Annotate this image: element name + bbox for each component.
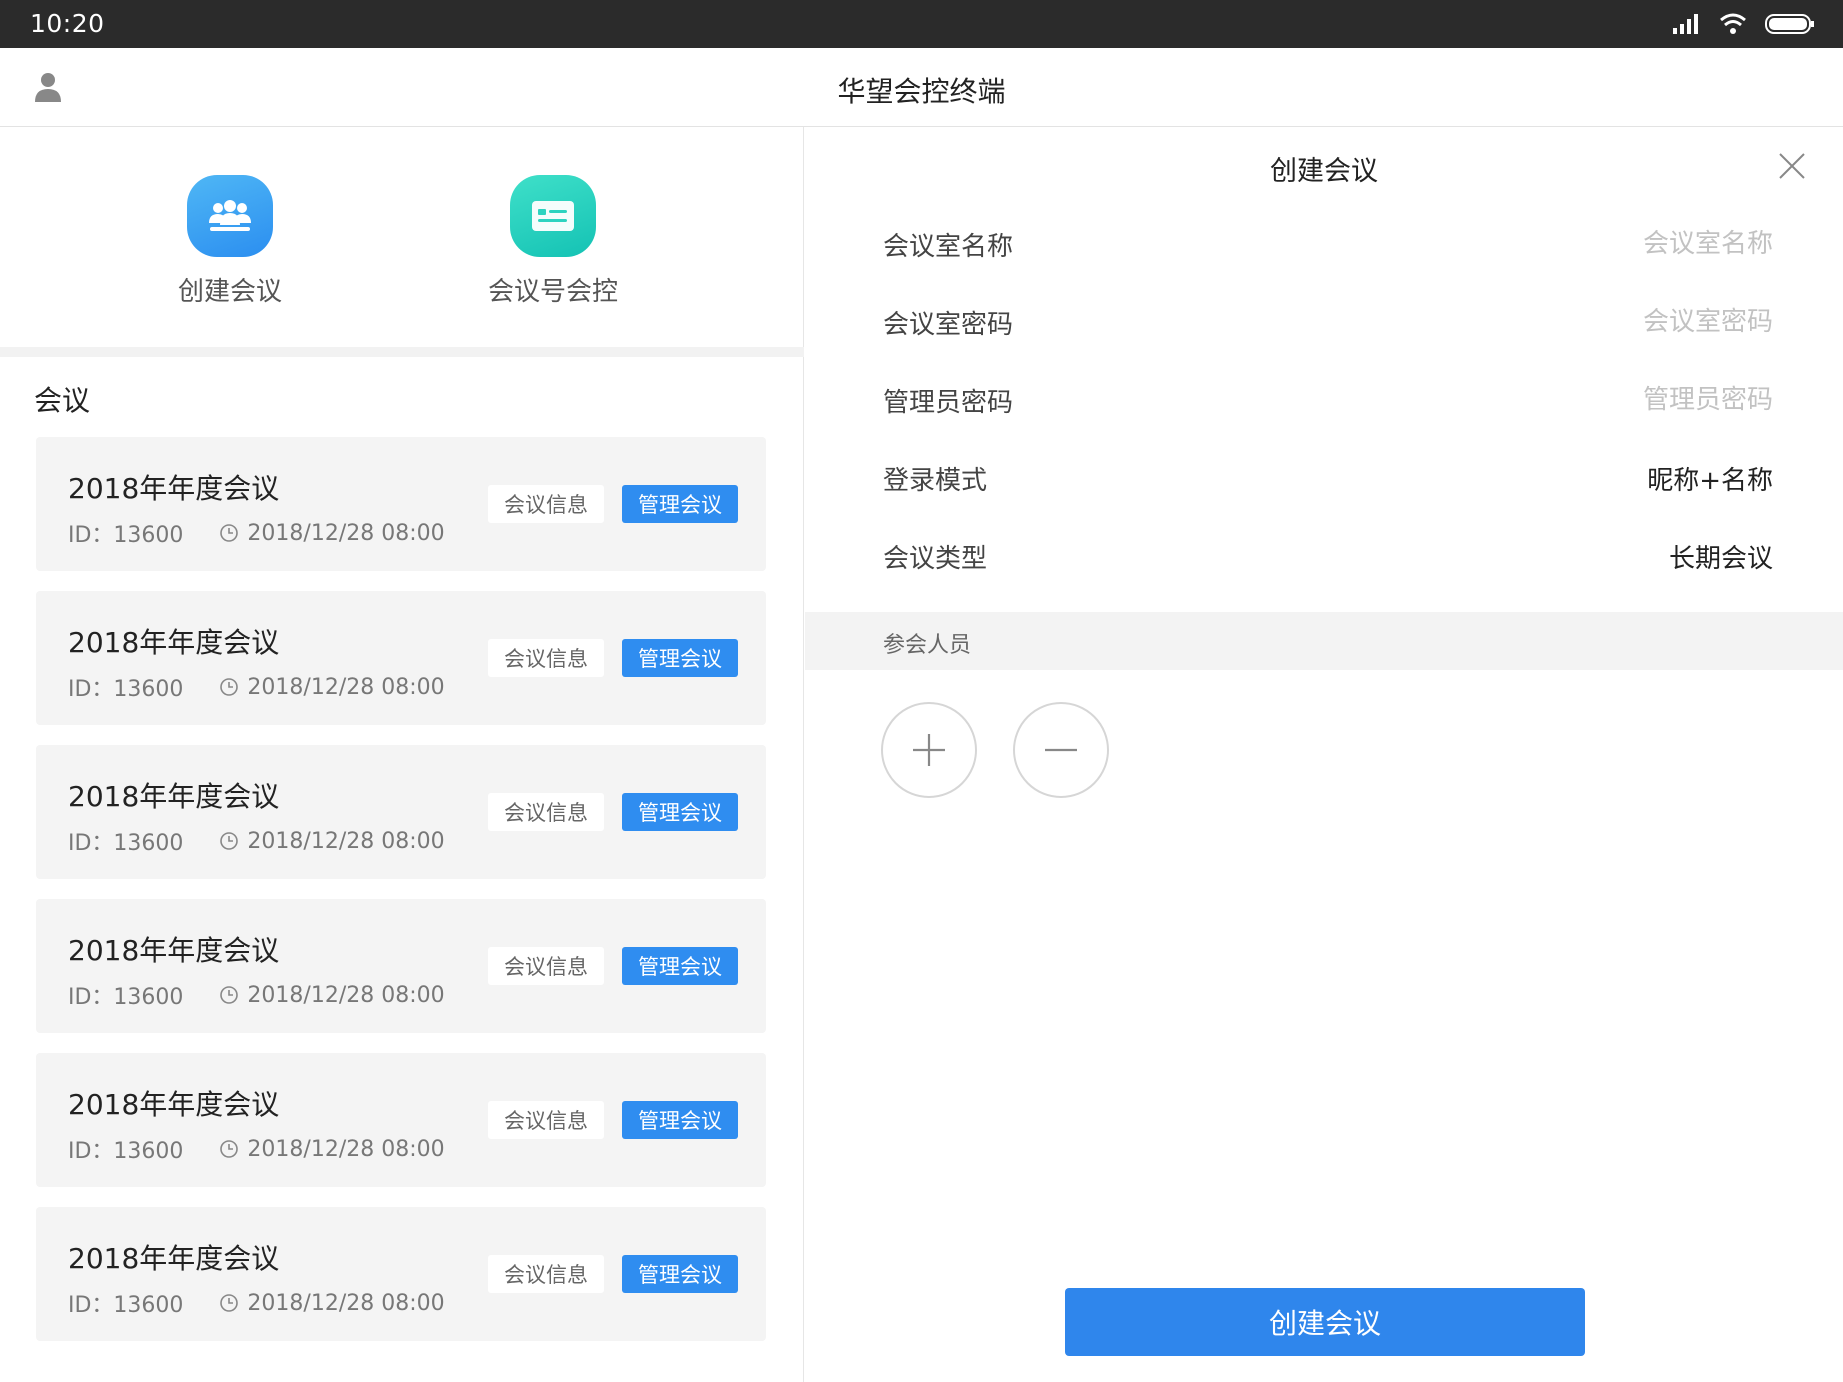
plus-icon <box>913 734 945 766</box>
meeting-id: ID：13600 <box>68 523 184 548</box>
meetings-section-title: 会议 <box>34 384 91 417</box>
manage-meeting-button[interactable]: 管理会议 <box>622 1255 738 1293</box>
clock-icon <box>220 524 239 542</box>
meeting-meta: ID：13600 2018/12/28 08:00 <box>68 1287 445 1319</box>
meeting-info-button[interactable]: 会议信息 <box>488 485 604 523</box>
meeting-card: 2018年年度会议 ID：13600 2018/12/28 08:00 会议信息… <box>36 899 766 1033</box>
meeting-card: 2018年年度会议 ID：13600 2018/12/28 08:00 会议信息… <box>36 437 766 571</box>
meeting-meta: ID：13600 2018/12/28 08:00 <box>68 1133 445 1165</box>
clock-icon <box>220 678 239 696</box>
room-name-row: 会议室名称 <box>883 205 1773 283</box>
create-meeting-shortcut[interactable]: 创建会议 <box>130 175 330 308</box>
meeting-type-label: 会议类型 <box>883 543 988 574</box>
meeting-info-button[interactable]: 会议信息 <box>488 1101 604 1139</box>
meeting-id: ID：13600 <box>68 831 184 856</box>
panel-title: 创建会议 <box>1270 156 1378 187</box>
meeting-id: ID：13600 <box>68 1293 184 1318</box>
meeting-time: 2018/12/28 08:00 <box>247 1136 445 1162</box>
room-password-row: 会议室密码 <box>883 283 1773 361</box>
meeting-number-control-shortcut[interactable]: 会议号会控 <box>453 175 653 308</box>
room-password-label: 会议室密码 <box>883 309 1014 340</box>
meeting-card: 2018年年度会议 ID：13600 2018/12/28 08:00 会议信息… <box>36 1053 766 1187</box>
participants-header: 参会人员 <box>805 612 1843 670</box>
shortcuts: 创建会议 会议号会控 <box>0 127 804 347</box>
battery-icon <box>1765 14 1814 34</box>
minus-icon <box>1045 748 1077 752</box>
remove-participant-button[interactable] <box>1013 702 1109 798</box>
manage-meeting-button[interactable]: 管理会议 <box>622 1101 738 1139</box>
divider <box>0 347 804 357</box>
meeting-meta: ID：13600 2018/12/28 08:00 <box>68 979 445 1011</box>
app-header: 华望会控终端 <box>0 48 1843 127</box>
meeting-time: 2018/12/28 08:00 <box>247 1290 445 1316</box>
status-icons <box>1673 12 1815 36</box>
meeting-type-select[interactable]: 长期会议 <box>1669 538 1773 575</box>
clock-icon <box>220 986 239 1004</box>
meeting-title: 2018年年度会议 <box>68 626 280 659</box>
status-time: 10:20 <box>30 9 105 38</box>
meeting-title: 2018年年度会议 <box>68 780 280 813</box>
meeting-time: 2018/12/28 08:00 <box>247 828 445 854</box>
meeting-title: 2018年年度会议 <box>68 472 280 505</box>
meeting-time: 2018/12/28 08:00 <box>247 982 445 1008</box>
status-bar: 10:20 <box>0 0 1843 48</box>
meeting-title: 2018年年度会议 <box>68 934 280 967</box>
login-mode-label: 登录模式 <box>883 465 988 496</box>
login-mode-select[interactable]: 昵称+名称 <box>1647 460 1773 497</box>
group-icon <box>187 175 273 257</box>
meeting-info-button[interactable]: 会议信息 <box>488 1255 604 1293</box>
create-meeting-panel: 创建会议 会议室名称 会议室密码 管理员密码 登录模式 昵称+名称 会议类型 长… <box>805 127 1843 1382</box>
left-panel: 创建会议 会议号会控 会议 2018年年度会议 ID：13600 2018/12… <box>0 127 804 1382</box>
add-participant-button[interactable] <box>881 702 977 798</box>
signal-icon <box>1673 14 1698 34</box>
id-card-icon <box>510 175 596 257</box>
room-name-label: 会议室名称 <box>883 231 1014 262</box>
participants-label: 参会人员 <box>883 633 972 658</box>
clock-icon <box>220 1140 239 1158</box>
meeting-time: 2018/12/28 08:00 <box>247 520 445 546</box>
meeting-card: 2018年年度会议 ID：13600 2018/12/28 08:00 会议信息… <box>36 1207 766 1341</box>
login-mode-row[interactable]: 登录模式 昵称+名称 <box>883 439 1773 517</box>
meeting-meta: ID：13600 2018/12/28 08:00 <box>68 671 445 703</box>
meeting-form: 会议室名称 会议室密码 管理员密码 登录模式 昵称+名称 会议类型 长期会议 <box>883 205 1773 595</box>
admin-password-row: 管理员密码 <box>883 361 1773 439</box>
admin-password-input[interactable] <box>1353 385 1773 415</box>
manage-meeting-button[interactable]: 管理会议 <box>622 793 738 831</box>
meeting-card: 2018年年度会议 ID：13600 2018/12/28 08:00 会议信息… <box>36 591 766 725</box>
meeting-list: 2018年年度会议 ID：13600 2018/12/28 08:00 会议信息… <box>36 437 766 1361</box>
manage-meeting-button[interactable]: 管理会议 <box>622 639 738 677</box>
shortcut-label: 会议号会控 <box>487 277 618 307</box>
meeting-id: ID：13600 <box>68 1139 184 1164</box>
meeting-meta: ID：13600 2018/12/28 08:00 <box>68 517 445 549</box>
meeting-id: ID：13600 <box>68 677 184 702</box>
shortcut-label: 创建会议 <box>177 277 282 307</box>
meeting-id: ID：13600 <box>68 985 184 1010</box>
clock-icon <box>220 1294 239 1312</box>
meeting-type-row[interactable]: 会议类型 长期会议 <box>883 517 1773 595</box>
create-meeting-button[interactable]: 创建会议 <box>1065 1288 1585 1356</box>
meeting-card: 2018年年度会议 ID：13600 2018/12/28 08:00 会议信息… <box>36 745 766 879</box>
app-title: 华望会控终端 <box>837 75 1006 108</box>
clock-icon <box>220 832 239 850</box>
meeting-info-button[interactable]: 会议信息 <box>488 639 604 677</box>
room-name-input[interactable] <box>1353 229 1773 259</box>
meeting-time: 2018/12/28 08:00 <box>247 674 445 700</box>
meeting-title: 2018年年度会议 <box>68 1088 280 1121</box>
admin-password-label: 管理员密码 <box>883 387 1014 418</box>
manage-meeting-button[interactable]: 管理会议 <box>622 485 738 523</box>
close-icon[interactable] <box>1777 151 1807 181</box>
manage-meeting-button[interactable]: 管理会议 <box>622 947 738 985</box>
meeting-title: 2018年年度会议 <box>68 1242 280 1275</box>
room-password-input[interactable] <box>1353 307 1773 337</box>
meeting-info-button[interactable]: 会议信息 <box>488 947 604 985</box>
wifi-icon <box>1720 13 1746 34</box>
meeting-meta: ID：13600 2018/12/28 08:00 <box>68 825 445 857</box>
meeting-info-button[interactable]: 会议信息 <box>488 793 604 831</box>
